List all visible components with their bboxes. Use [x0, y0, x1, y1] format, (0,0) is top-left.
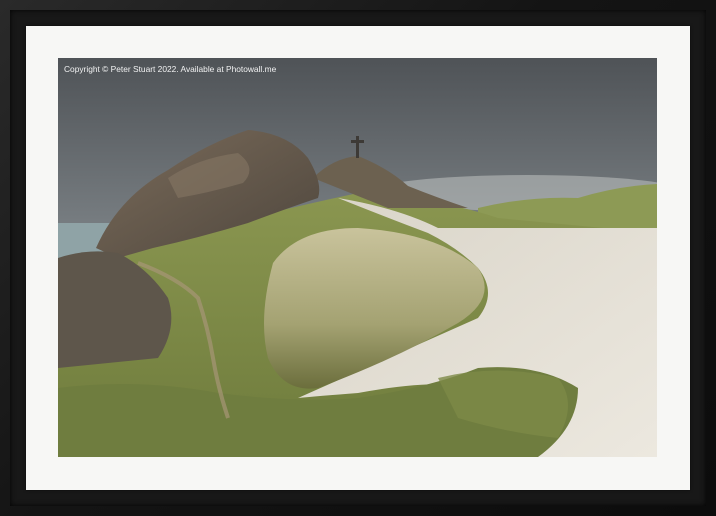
- copyright-watermark: Copyright © Peter Stuart 2022. Available…: [64, 64, 277, 74]
- cross: [356, 136, 359, 158]
- cross-arm: [351, 140, 364, 143]
- framed-photo: [58, 58, 657, 457]
- landscape-photo: [58, 58, 657, 457]
- picture-frame: Copyright © Peter Stuart 2022. Available…: [0, 0, 716, 516]
